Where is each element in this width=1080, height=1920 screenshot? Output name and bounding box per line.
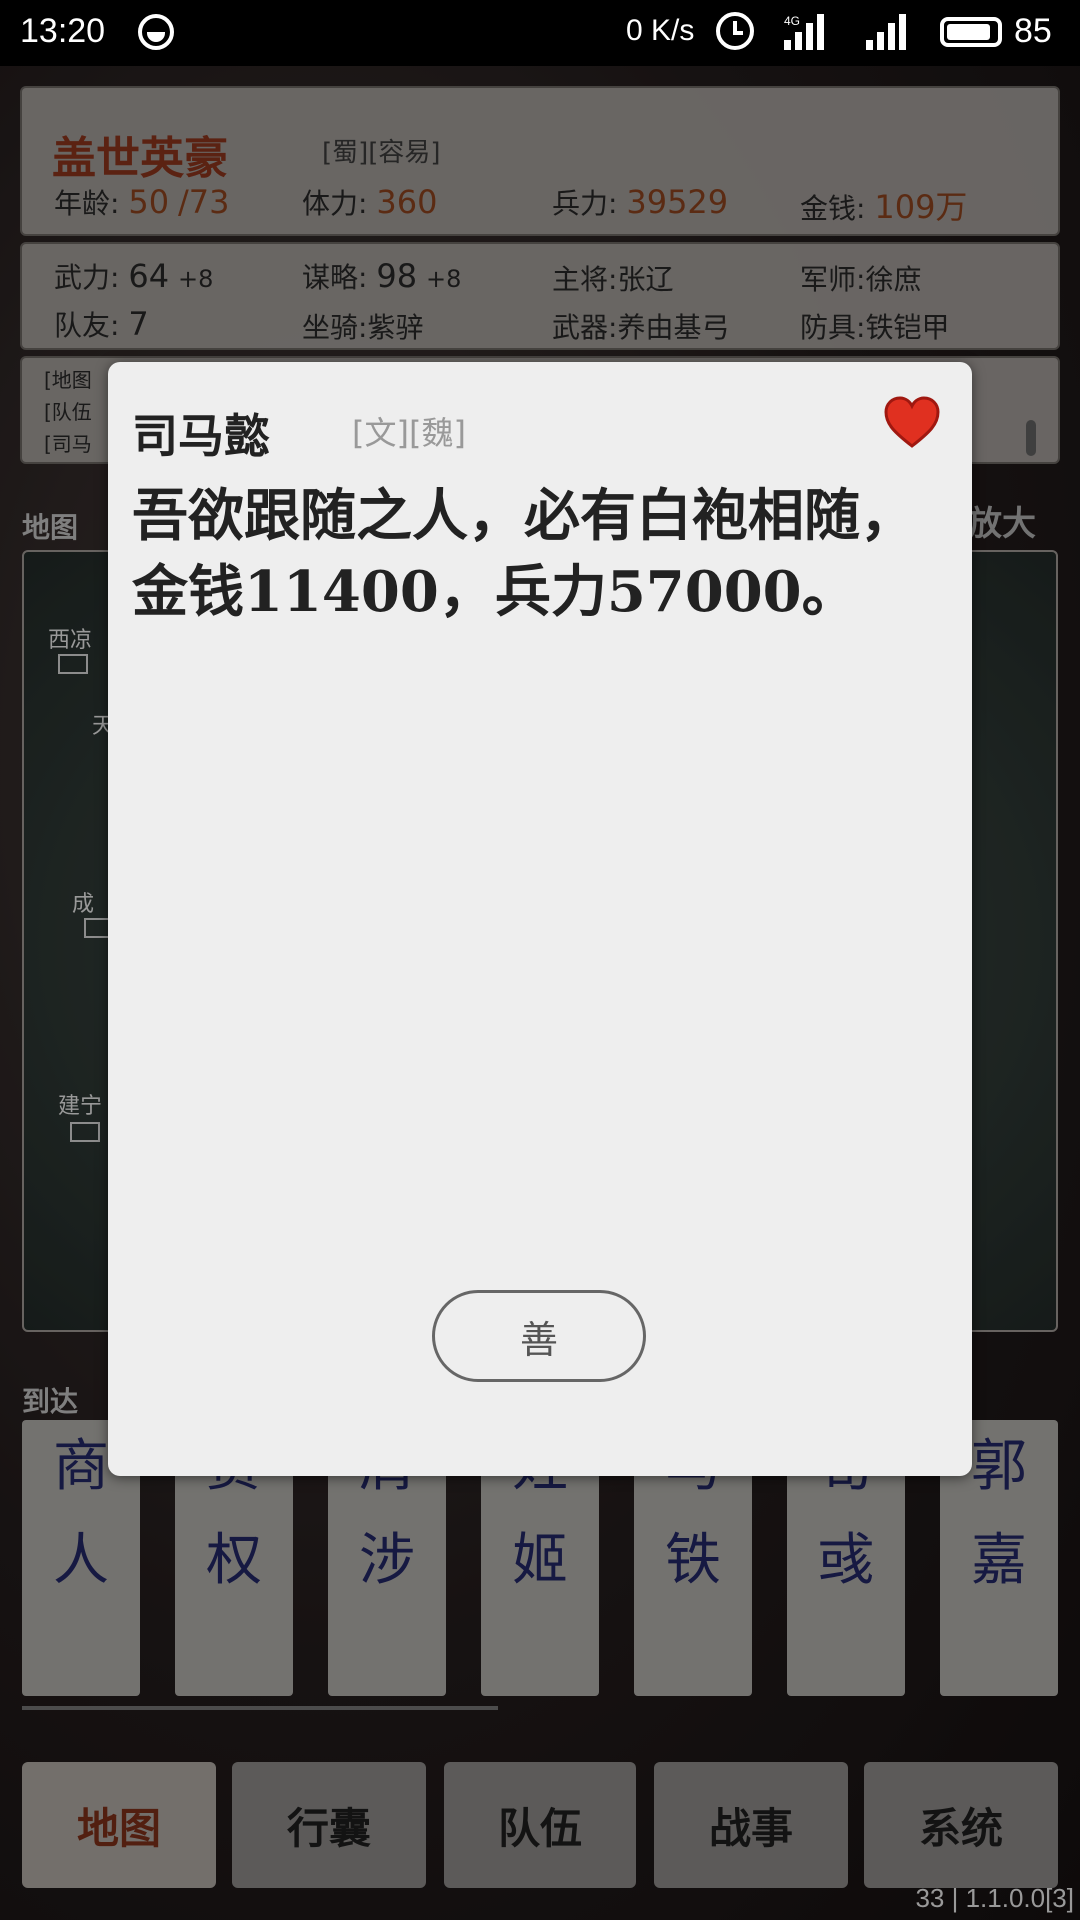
status-bar: 13:20 0 K/s 4G 85 — [0, 0, 1080, 66]
network-speed: 0 K/s — [626, 14, 695, 47]
clock: 13:20 — [20, 12, 106, 50]
heart-icon[interactable] — [884, 396, 940, 450]
dialog-character-name: 司马懿 — [132, 409, 270, 463]
dialog-message: 吾欲跟随之人，必有白袍相随，金钱11400，兵力57000。 — [132, 483, 916, 625]
confirm-button[interactable]: 善 — [432, 1290, 646, 1382]
battery-level: 85 — [1014, 12, 1052, 50]
dialog-character-tags: [文][魏] — [352, 414, 466, 452]
app-notification-icon — [138, 14, 174, 50]
recruit-dialog: 司马懿 [文][魏] 吾欲跟随之人，必有白袍相随，金钱11400，兵力57000… — [108, 362, 972, 1476]
signal-icon — [784, 14, 834, 50]
battery-icon — [940, 17, 1002, 47]
signal-icon-2 — [866, 14, 916, 50]
alarm-icon — [716, 12, 754, 50]
